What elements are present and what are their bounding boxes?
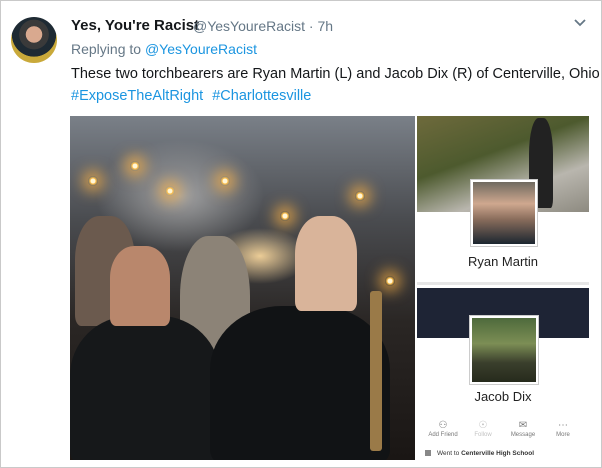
hashtag-expose-alt-right[interactable]: #ExposeTheAltRight [71,88,203,104]
replying-prefix: Replying to [71,41,142,57]
tweet-photo-main[interactable] [70,116,415,460]
message-action: ✉ Message [503,420,543,438]
author-display-name[interactable]: Yes, You're Racist [71,17,199,34]
divider [417,282,589,285]
author-avatar[interactable] [11,17,57,63]
profile-action-bar: ⚇ Add Friend ☉ Follow ✉ Message ⋯ More [417,420,589,442]
left-man-figure [70,316,220,460]
hashtag-charlottesville[interactable]: #Charlottesville [212,88,311,104]
tiki-torch [370,291,382,451]
follow-icon: ☉ [478,420,488,431]
education-school: Centerville High School [461,450,535,457]
education-line: Went to Centerville High School [417,450,589,460]
torch-flame [88,176,98,186]
right-man-figure [210,306,390,460]
profile-photo-jacob [470,316,538,384]
replying-to-line: Replying to @YesYoureRacist [71,41,257,57]
add-friend-action: ⚇ Add Friend [423,420,463,438]
tweet-text: These two torchbearers are Ryan Martin (… [71,66,600,82]
messenger-icon: ✉ [518,420,528,431]
torch-flame [355,191,365,201]
tweet-hashtags: #ExposeTheAltRight #Charlottesville [71,88,316,104]
more-icon: ⋯ [558,420,568,431]
torch-flame [130,161,140,171]
follow-action: ☉ Follow [463,420,503,438]
torch-flame [165,186,175,196]
school-icon [425,450,431,457]
replying-to-link[interactable]: @YesYoureRacist [145,41,257,57]
profile-name-ryan: Ryan Martin [467,254,539,269]
chevron-down-icon[interactable] [573,16,587,30]
left-man-face [110,246,170,326]
profile-photo-ryan [471,180,537,246]
profile-name-jacob: Jacob Dix [474,389,532,404]
torch-flame [385,276,395,286]
torch-flame [220,176,230,186]
author-handle-time[interactable]: @YesYoureRacist · 7h [193,18,333,34]
right-man-face [295,216,357,311]
torch-flame [280,211,290,221]
add-friend-icon: ⚇ [438,420,448,431]
more-action: ⋯ More [543,420,583,438]
